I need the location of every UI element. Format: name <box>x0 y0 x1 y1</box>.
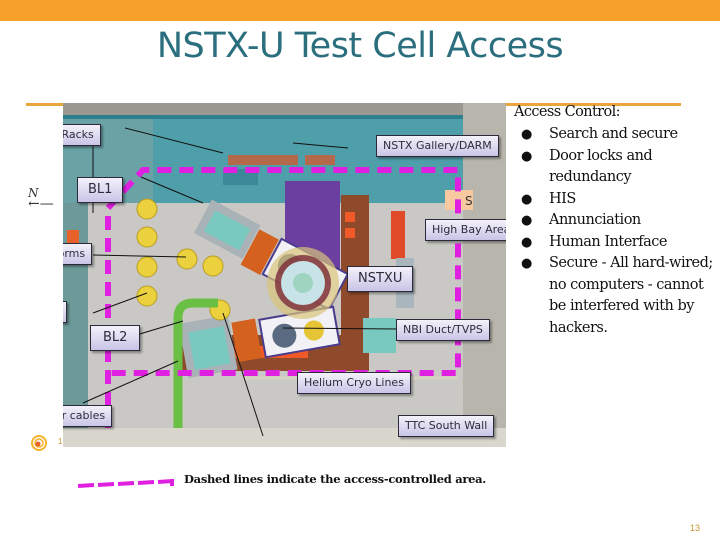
s-marker-label: S <box>465 194 473 208</box>
callout-hve: HVE <box>63 301 67 323</box>
callout-platforms: Platforms <box>63 243 93 265</box>
bl2-block <box>188 326 231 370</box>
list-item: ● Door locks and redundancy <box>521 147 653 186</box>
bullet-icon: ● <box>521 191 532 207</box>
bullet-icon: ● <box>521 127 532 142</box>
list-item: ● Human Interface <box>514 232 714 254</box>
list-item: ● HIS <box>514 189 714 211</box>
callout-power-cables: Power cables <box>63 405 113 427</box>
callout-nstx-gallery: NSTX Gallery/DARM <box>376 135 499 157</box>
new-racks-block <box>228 155 298 165</box>
bullet-icon: ● <box>521 213 532 228</box>
callout-ttc-south-wall: TTC South Wall <box>398 415 495 437</box>
legend-caption: Dashed lines indicate the access-control… <box>184 472 486 486</box>
callout-bl2: BL2 <box>90 325 141 351</box>
callout-nstxu: NSTXU <box>347 266 414 292</box>
access-control-list: ● Search and secure ● Door locks and redun… <box>514 124 714 339</box>
slide-title: NSTX-U Test Cell Access <box>156 26 564 66</box>
pppl-logo-icon <box>31 435 47 451</box>
callout-nbi-duct: NBI Duct/TVPS <box>396 319 490 341</box>
dashed-line-legend-icon <box>77 478 174 488</box>
top-accent-bar <box>0 0 720 21</box>
nstxu-machine <box>267 247 339 319</box>
callout-bl1: BL1 <box>77 177 124 203</box>
list-item: ● Annunciation <box>514 210 714 232</box>
north-compass: N ←— <box>28 186 54 212</box>
access-control-panel: Access Control: ● Search and secure ● Door… <box>514 104 714 339</box>
list-item: ● Search and secure <box>514 124 714 146</box>
top-wall <box>63 103 506 115</box>
test-cell-floor-plan: New Racks NSTX Gallery/DARM BL1 S High B… <box>63 103 506 447</box>
north-arrow-icon: ←— <box>28 196 54 212</box>
bullet-icon: ● <box>521 148 532 164</box>
callout-new-racks: New Racks <box>63 124 101 146</box>
bullet-icon: ● <box>521 234 532 250</box>
page-number: 13 <box>690 523 701 533</box>
list-item: ● Secure - All hard-wired; no computers -… <box>521 255 713 336</box>
bullet-icon: ● <box>521 256 532 271</box>
logo-number: 1 <box>58 437 63 446</box>
access-control-heading: Access Control: <box>514 104 621 120</box>
callout-high-bay-area: High Bay Area <box>425 219 506 241</box>
callout-helium-cryo-lines: Helium Cryo Lines <box>297 372 411 394</box>
